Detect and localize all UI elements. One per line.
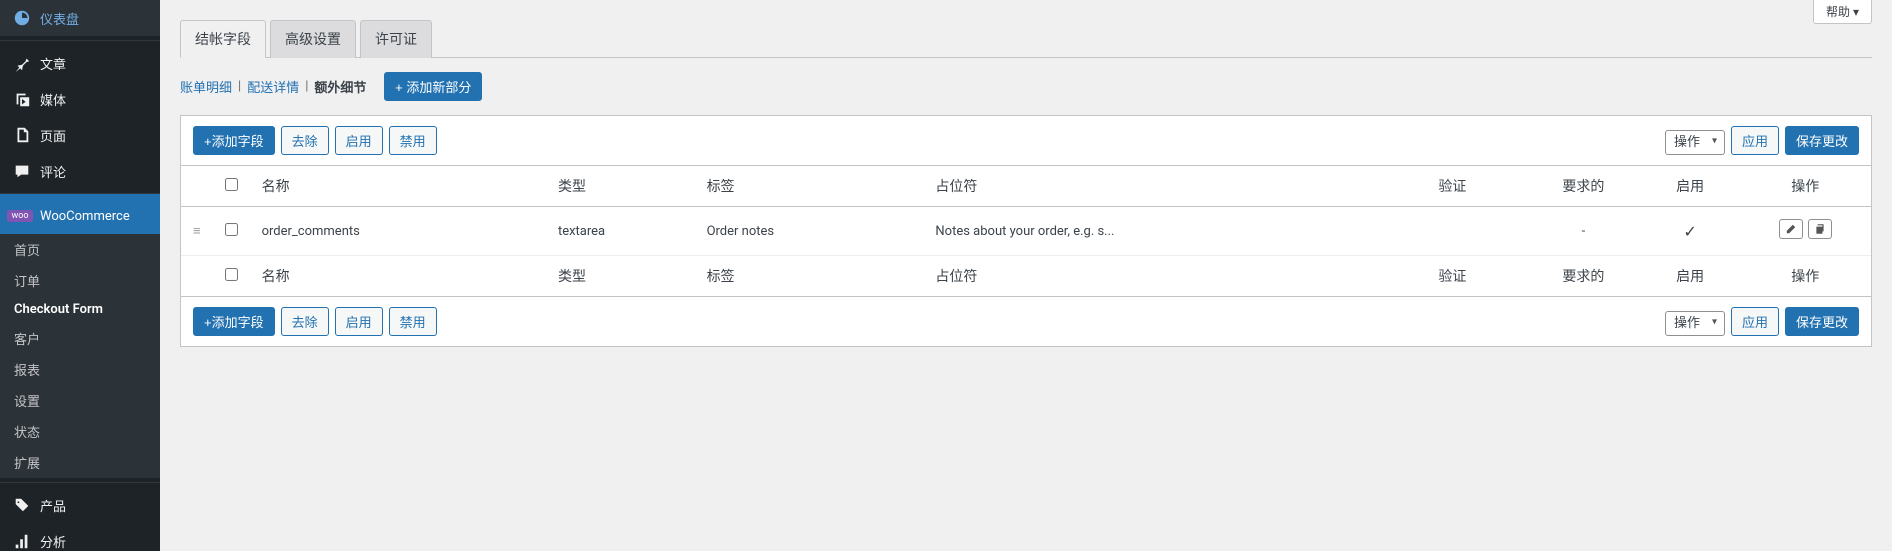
add-section-button[interactable]: + 添加新部分 (384, 72, 482, 101)
tf-placeholder: 占位符 (923, 256, 1378, 297)
save-button-top[interactable]: 保存更改 (1785, 126, 1859, 155)
th-actions: 操作 (1739, 166, 1871, 207)
submenu-home[interactable]: 首页 (0, 234, 160, 265)
tab-checkout-fields[interactable]: 结帐字段 (180, 20, 266, 58)
add-field-button-top[interactable]: +添加字段 (193, 126, 275, 155)
menu-label: 页面 (40, 126, 66, 145)
submenu-reports[interactable]: 报表 (0, 354, 160, 385)
tab-license[interactable]: 许可证 (360, 20, 432, 58)
table-row: ≡ order_comments textarea Order notes No… (181, 207, 1871, 256)
help-tab[interactable]: 帮助 ▾ (1813, 0, 1872, 24)
row-enabled: ✓ (1641, 207, 1740, 256)
remove-button-bottom[interactable]: 去除 (281, 307, 329, 336)
th-validate: 验证 (1379, 166, 1526, 207)
products-icon (12, 495, 32, 515)
subnav-additional: 额外细节 (314, 77, 366, 96)
th-name: 名称 (250, 166, 546, 207)
fields-panel: +添加字段 去除 启用 禁用 操作 应用 保存更改 名称 类型 标签 占位符 (180, 115, 1872, 347)
menu-label: 文章 (40, 54, 66, 73)
row-name: order_comments (250, 207, 546, 256)
th-type: 类型 (546, 166, 695, 207)
enable-button-top[interactable]: 启用 (335, 126, 383, 155)
woocommerce-icon: woo (12, 206, 32, 226)
tf-validate: 验证 (1379, 256, 1526, 297)
menu-dashboard[interactable]: 仪表盘 (0, 0, 160, 36)
enable-button-bottom[interactable]: 启用 (335, 307, 383, 336)
row-placeholder: Notes about your order, e.g. s... (923, 207, 1378, 256)
tab-advanced[interactable]: 高级设置 (270, 20, 356, 58)
menu-label: 仪表盘 (40, 9, 79, 28)
disable-button-bottom[interactable]: 禁用 (389, 307, 437, 336)
menu-woocommerce[interactable]: woo WooCommerce (0, 193, 160, 234)
tabs: 结帐字段 高级设置 许可证 (180, 20, 1872, 58)
menu-posts[interactable]: 文章 (0, 40, 160, 81)
edit-row-button[interactable] (1779, 219, 1803, 239)
page-icon (12, 125, 32, 145)
th-enabled: 启用 (1641, 166, 1740, 207)
remove-button-top[interactable]: 去除 (281, 126, 329, 155)
tf-required: 要求的 (1526, 256, 1641, 297)
row-label: Order notes (695, 207, 924, 256)
row-validate (1379, 207, 1526, 256)
pin-icon (12, 53, 32, 73)
drag-handle[interactable]: ≡ (181, 207, 213, 256)
menu-pages[interactable]: 页面 (0, 117, 160, 153)
tf-enabled: 启用 (1641, 256, 1740, 297)
menu-products[interactable]: 产品 (0, 482, 160, 523)
submenu-checkout-form[interactable]: Checkout Form (0, 296, 160, 323)
submenu-customers[interactable]: 客户 (0, 323, 160, 354)
menu-label: 媒体 (40, 90, 66, 109)
select-all-bottom[interactable] (225, 268, 238, 281)
analytics-icon (12, 531, 32, 551)
select-all-top[interactable] (225, 178, 238, 191)
subnav-shipping[interactable]: 配送详情 (247, 77, 299, 96)
menu-label: 评论 (40, 162, 66, 181)
save-button-bottom[interactable]: 保存更改 (1785, 307, 1859, 336)
disable-button-top[interactable]: 禁用 (389, 126, 437, 155)
apply-button-bottom[interactable]: 应用 (1731, 307, 1779, 336)
copy-row-button[interactable] (1808, 219, 1832, 239)
media-icon (12, 89, 32, 109)
tf-label: 标签 (695, 256, 924, 297)
tf-actions: 操作 (1739, 256, 1871, 297)
apply-button-top[interactable]: 应用 (1731, 126, 1779, 155)
menu-comments[interactable]: 评论 (0, 153, 160, 189)
tf-type: 类型 (546, 256, 695, 297)
subnav-billing[interactable]: 账单明细 (180, 77, 232, 96)
th-label: 标签 (695, 166, 924, 207)
th-required: 要求的 (1526, 166, 1641, 207)
subnav: 账单明细 | 配送详情 | 额外细节 + 添加新部分 (180, 72, 1872, 101)
fields-table: 名称 类型 标签 占位符 验证 要求的 启用 操作 ≡ order_commen… (181, 165, 1871, 297)
submenu-status[interactable]: 状态 (0, 416, 160, 447)
menu-analytics[interactable]: 分析 (0, 523, 160, 551)
row-checkbox[interactable] (225, 223, 238, 236)
submenu-extensions[interactable]: 扩展 (0, 447, 160, 478)
dashboard-icon (12, 8, 32, 28)
tf-name: 名称 (250, 256, 546, 297)
menu-label: 产品 (40, 496, 66, 515)
submenu-settings[interactable]: 设置 (0, 385, 160, 416)
row-type: textarea (546, 207, 695, 256)
submenu-orders[interactable]: 订单 (0, 265, 160, 296)
chevron-down-icon: ▾ (1853, 5, 1859, 19)
row-required: - (1526, 207, 1641, 256)
bulk-action-select-bottom[interactable]: 操作 (1665, 312, 1725, 331)
menu-media[interactable]: 媒体 (0, 81, 160, 117)
menu-label: 分析 (40, 532, 66, 551)
menu-label: WooCommerce (40, 209, 130, 224)
add-field-button-bottom[interactable]: +添加字段 (193, 307, 275, 336)
comment-icon (12, 161, 32, 181)
th-placeholder: 占位符 (923, 166, 1378, 207)
bulk-action-select-top[interactable]: 操作 (1665, 131, 1725, 150)
